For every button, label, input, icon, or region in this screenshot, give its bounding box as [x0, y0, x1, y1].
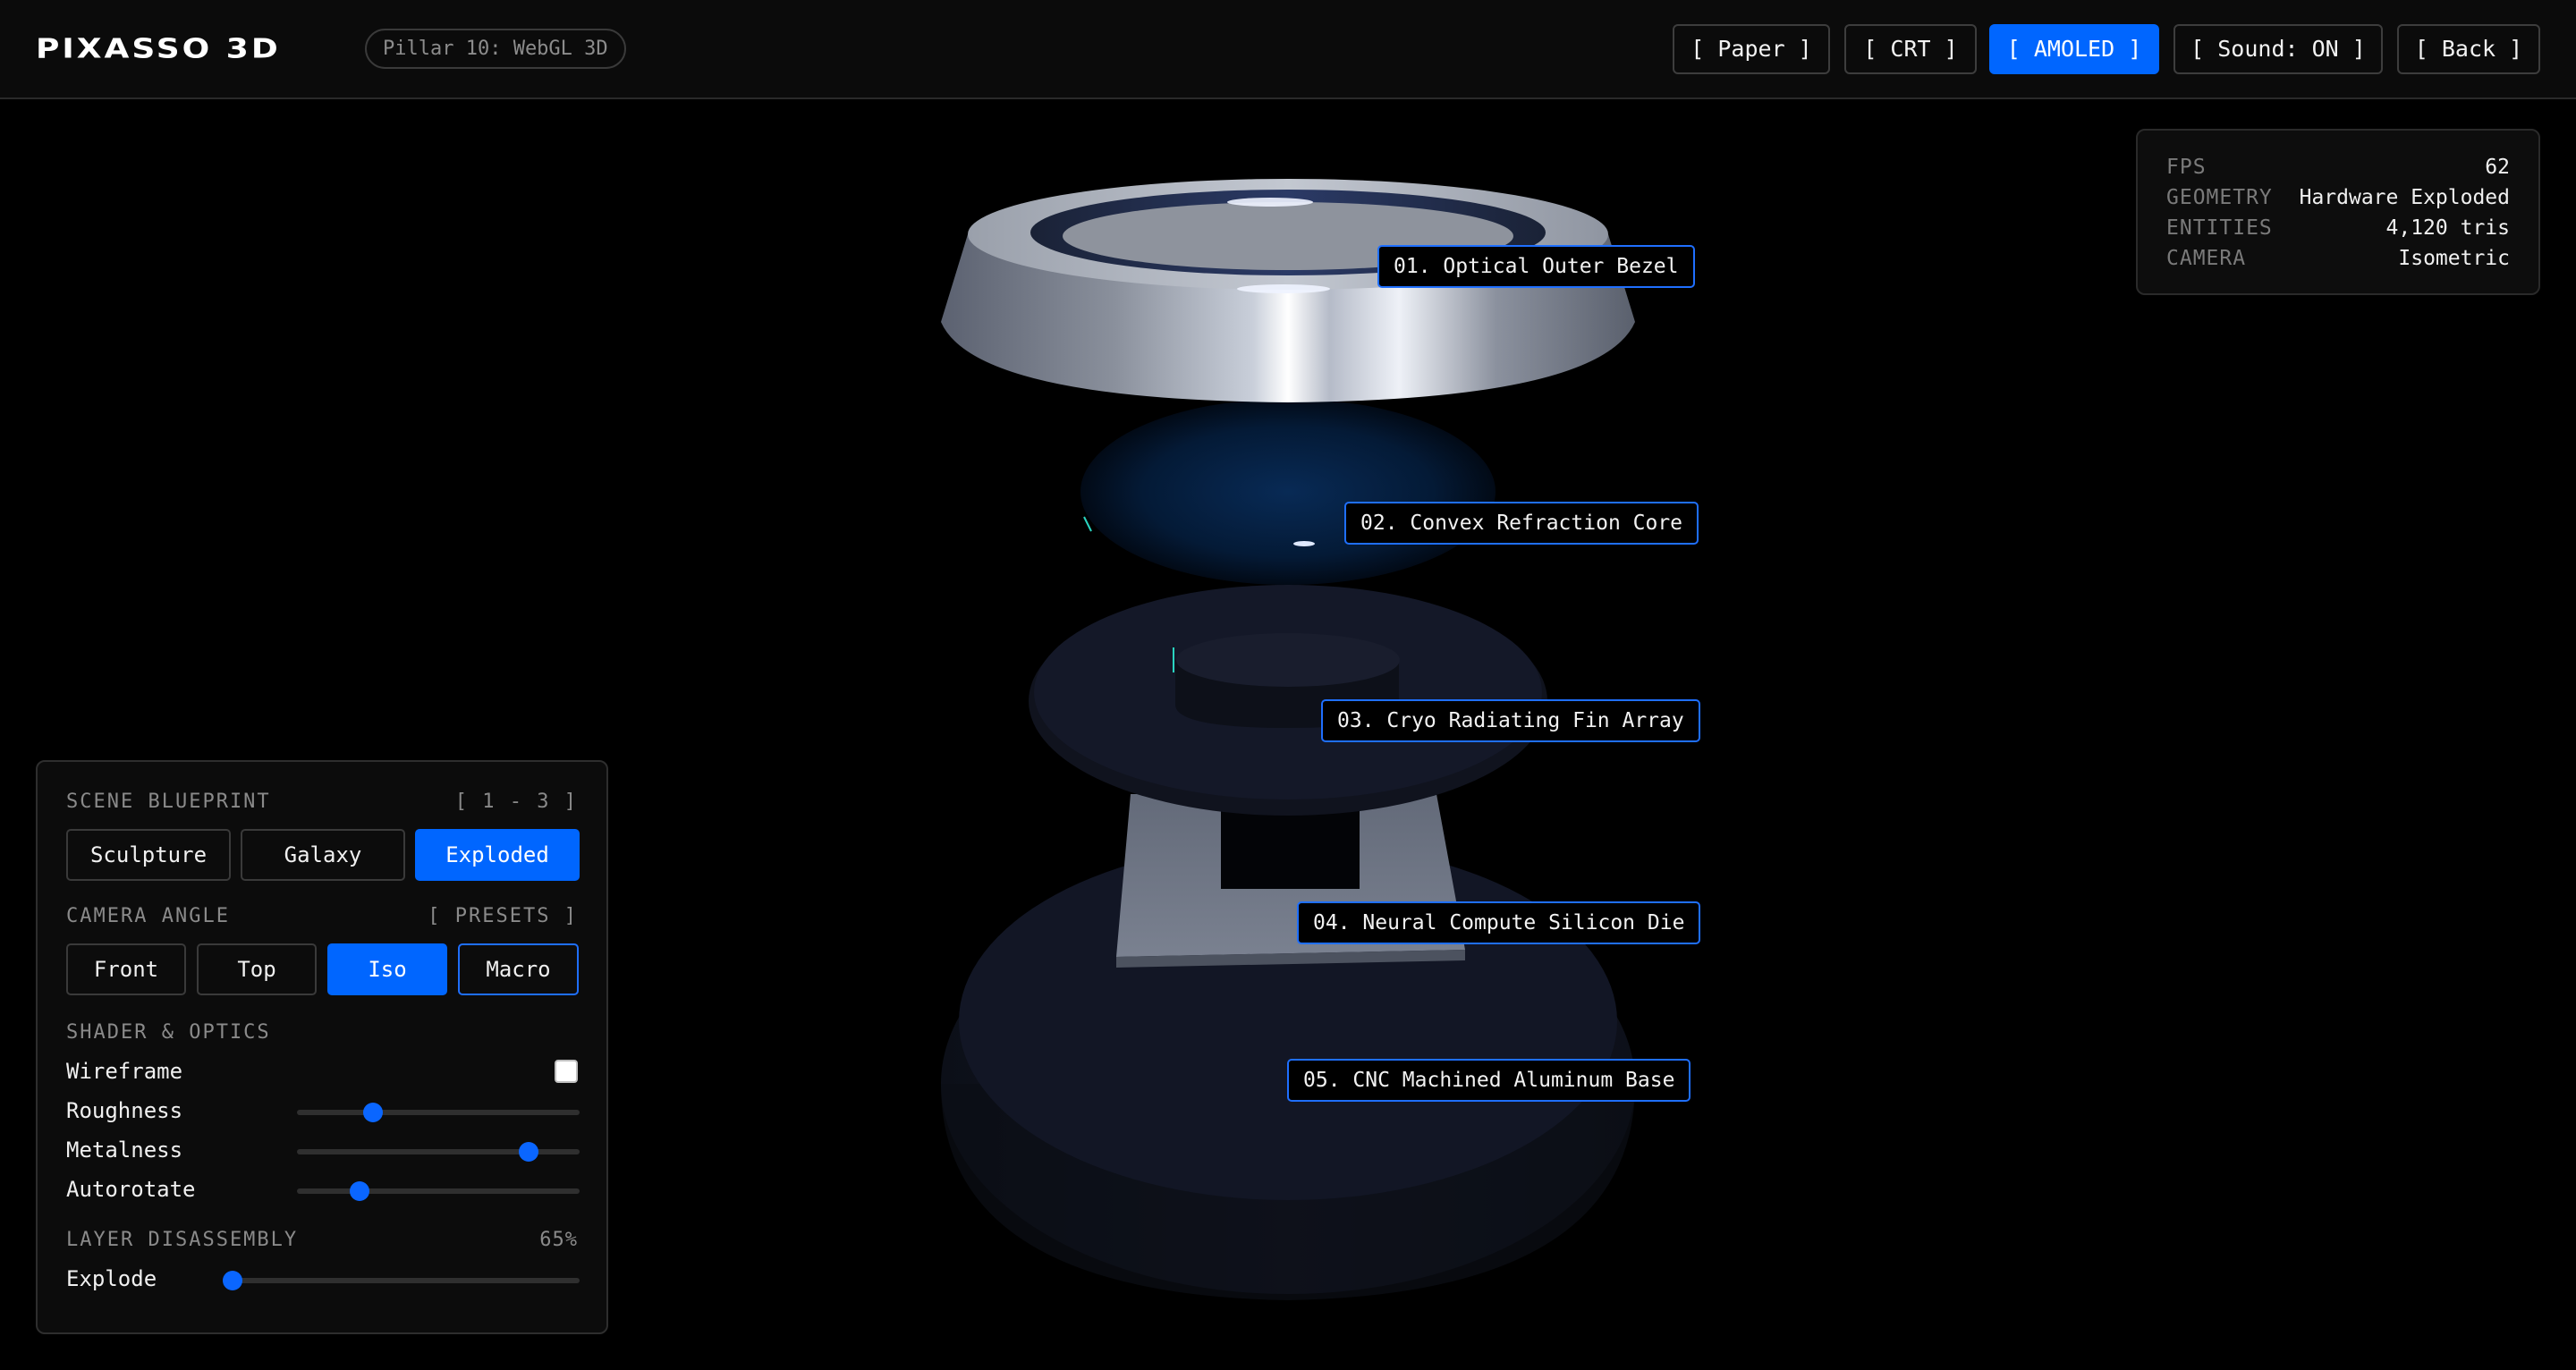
scene-blueprint-title: SCENE BLUEPRINT — [66, 791, 271, 813]
paper-theme-button[interactable]: [ Paper ] — [1673, 24, 1830, 74]
stat-value: 4,120 tris — [2385, 216, 2510, 240]
stat-entities: ENTITIES 4,120 tris — [2166, 213, 2510, 243]
shader-optics-title: SHADER & OPTICS — [66, 1021, 271, 1044]
control-panel: SCENE BLUEPRINT [ 1 - 3 ] Sculpture Gala… — [36, 760, 608, 1334]
autorotate-label: Autorotate — [66, 1177, 196, 1202]
crt-theme-button[interactable]: [ CRT ] — [1844, 24, 1977, 74]
stat-key: ENTITIES — [2166, 216, 2273, 240]
stats-panel: FPS 62 GEOMETRY Hardware Exploded ENTITI… — [2136, 129, 2540, 295]
explode-label: Explode — [66, 1266, 157, 1291]
scene-blueprint-hint: [ 1 - 3 ] — [454, 791, 578, 813]
label-optical-outer-bezel[interactable]: 01. Optical Outer Bezel — [1377, 245, 1695, 288]
label-cnc-machined-aluminum-base[interactable]: 05. CNC Machined Aluminum Base — [1287, 1059, 1691, 1102]
blueprint-sculpture-button[interactable]: Sculpture — [66, 829, 231, 881]
stat-key: FPS — [2166, 156, 2207, 179]
roughness-label: Roughness — [66, 1098, 183, 1123]
stat-key: GEOMETRY — [2166, 186, 2273, 209]
explode-slider-thumb[interactable] — [223, 1271, 242, 1290]
camera-macro-button[interactable]: Macro — [458, 943, 579, 995]
label-cryo-radiating-fin-array[interactable]: 03. Cryo Radiating Fin Array — [1321, 699, 1700, 742]
sound-toggle-button[interactable]: [ Sound: ON ] — [2174, 24, 2383, 74]
camera-iso-button[interactable]: Iso — [327, 943, 447, 995]
camera-front-button[interactable]: Front — [66, 943, 186, 995]
camera-angle-title: CAMERA ANGLE — [66, 905, 230, 927]
metalness-slider[interactable] — [297, 1142, 580, 1162]
metalness-slider-thumb[interactable] — [519, 1142, 539, 1162]
back-button[interactable]: [ Back ] — [2397, 24, 2540, 74]
blueprint-galaxy-button[interactable]: Galaxy — [241, 829, 405, 881]
camera-top-button[interactable]: Top — [197, 943, 317, 995]
app-logo: PIXASSO 3D — [36, 33, 281, 64]
metalness-label: Metalness — [66, 1137, 183, 1163]
wireframe-checkbox[interactable] — [555, 1060, 578, 1083]
autorotate-slider[interactable] — [297, 1181, 580, 1201]
explode-slider[interactable] — [223, 1271, 580, 1290]
stat-value: Hardware Exploded — [2299, 186, 2510, 209]
stat-key: CAMERA — [2166, 247, 2247, 270]
stat-fps: FPS 62 — [2166, 152, 2510, 182]
stat-value: 62 — [2485, 156, 2510, 179]
wireframe-label: Wireframe — [66, 1059, 183, 1084]
autorotate-slider-thumb[interactable] — [349, 1181, 369, 1201]
amoled-theme-button[interactable]: [ AMOLED ] — [1989, 24, 2159, 74]
roughness-slider-thumb[interactable] — [363, 1103, 384, 1122]
stat-geometry: GEOMETRY Hardware Exploded — [2166, 182, 2510, 213]
label-neural-compute-silicon-die[interactable]: 04. Neural Compute Silicon Die — [1297, 901, 1701, 944]
top-bar: PIXASSO 3D Pillar 10: WebGL 3D [ Paper ]… — [0, 0, 2576, 99]
roughness-slider[interactable] — [297, 1103, 580, 1122]
blueprint-exploded-button[interactable]: Exploded — [415, 829, 580, 881]
camera-angle-hint: [ PRESETS ] — [428, 905, 578, 927]
layer-disassembly-percent: 65% — [539, 1229, 578, 1251]
app-root: PIXASSO 3D Pillar 10: WebGL 3D [ Paper ]… — [0, 0, 2576, 1370]
layer-disassembly-title: LAYER DISASSEMBLY — [66, 1229, 299, 1251]
stat-value: Isometric — [2398, 247, 2510, 270]
label-convex-refraction-core[interactable]: 02. Convex Refraction Core — [1344, 502, 1699, 545]
stat-camera: CAMERA Isometric — [2166, 243, 2510, 274]
pillar-badge: Pillar 10: WebGL 3D — [365, 29, 626, 69]
